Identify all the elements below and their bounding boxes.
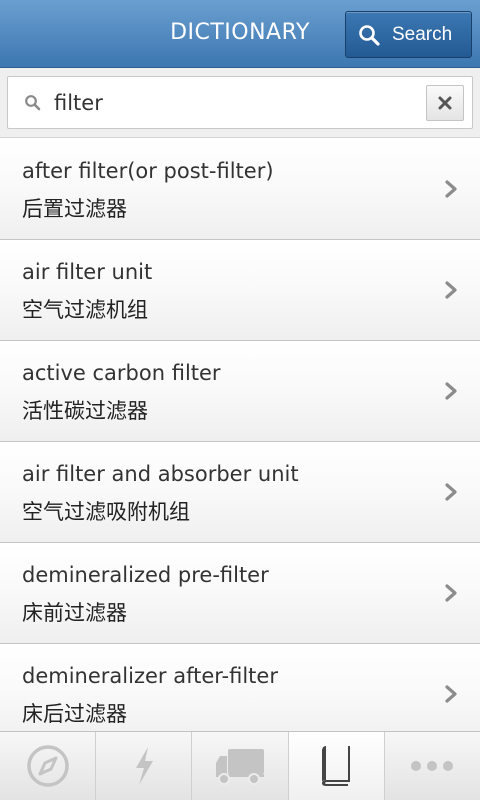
chevron-right-icon (445, 584, 457, 602)
search-input[interactable] (54, 83, 414, 123)
term-chinese: 后置过滤器 (22, 197, 127, 221)
term-chinese: 空气过滤吸附机组 (22, 500, 190, 524)
list-item[interactable]: active carbon filter 活性碳过滤器 (0, 341, 480, 442)
more-icon (411, 761, 454, 771)
search-bar (0, 68, 480, 138)
term-chinese: 床前过滤器 (22, 601, 127, 625)
list-item[interactable]: air filter and absorber unit 空气过滤吸附机组 (0, 442, 480, 543)
bottom-tab-bar (0, 731, 480, 800)
tab-lightning[interactable] (96, 732, 193, 800)
chevron-right-icon (445, 180, 457, 198)
chevron-right-icon (445, 281, 457, 299)
search-icon (359, 25, 380, 46)
term-chinese: 活性碳过滤器 (22, 399, 148, 423)
close-icon (438, 96, 452, 110)
app-header: DICTIONARY Search (0, 0, 480, 68)
tab-dictionary[interactable] (288, 732, 385, 800)
compass-icon (26, 745, 69, 787)
magnifier-icon (25, 95, 41, 111)
term-english: after filter(or post-filter) (22, 159, 274, 183)
chevron-right-icon (445, 483, 457, 501)
list-item[interactable]: demineralized pre-filter 床前过滤器 (0, 543, 480, 644)
tab-compass[interactable] (0, 732, 97, 800)
term-chinese: 空气过滤机组 (22, 298, 148, 322)
search-button[interactable]: Search (345, 11, 472, 58)
list-item[interactable]: demineralizer after-filter 床后过滤器 (0, 644, 480, 731)
book-icon (322, 746, 351, 786)
term-english: demineralizer after-filter (22, 664, 278, 688)
term-chinese: 床后过滤器 (22, 702, 127, 726)
results-list: after filter(or post-filter) 后置过滤器 air f… (0, 139, 480, 731)
term-english: air filter and absorber unit (22, 462, 299, 486)
tab-more[interactable] (385, 732, 480, 800)
chevron-right-icon (445, 382, 457, 400)
search-field-container (7, 76, 473, 129)
lightning-icon (135, 747, 153, 785)
term-english: demineralized pre-filter (22, 563, 269, 587)
term-english: active carbon filter (22, 361, 221, 385)
chevron-right-icon (445, 685, 457, 703)
tab-truck[interactable] (192, 732, 289, 800)
list-item[interactable]: after filter(or post-filter) 后置过滤器 (0, 139, 480, 240)
list-item[interactable]: air filter unit 空气过滤机组 (0, 240, 480, 341)
search-button-label: Search (392, 24, 453, 45)
truck-icon (216, 749, 264, 785)
clear-search-button[interactable] (426, 85, 464, 121)
term-english: air filter unit (22, 260, 153, 284)
